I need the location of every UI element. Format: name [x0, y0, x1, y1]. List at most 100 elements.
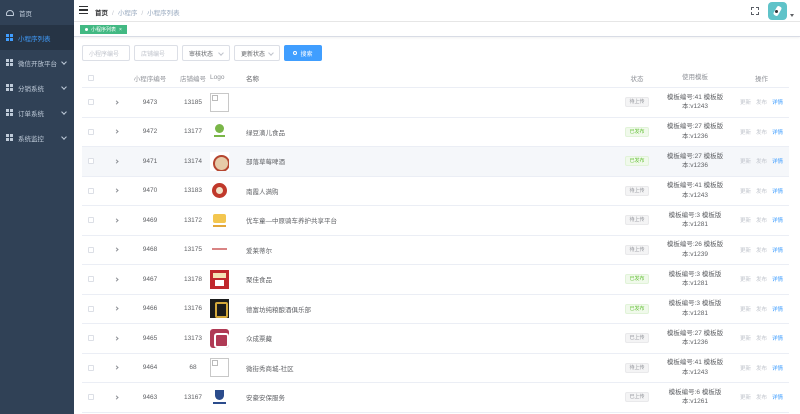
tag-miniapp-list[interactable]: 小程序列表 ×: [80, 25, 127, 34]
table-row: 9464 68 微街秀商城-社区 待上传 模板编号:41 模板版 本:v1243 更新 发布详…: [82, 354, 789, 383]
publish-link[interactable]: 发布: [756, 334, 767, 342]
cell-store-id: 13185: [183, 98, 203, 106]
publish-link[interactable]: 发布: [756, 216, 767, 224]
expand-chevron-icon[interactable]: [114, 306, 119, 311]
row-checkbox[interactable]: [88, 305, 94, 312]
detail-link[interactable]: 详情: [772, 334, 783, 342]
sidebar-item-monitoring[interactable]: 系统监控: [0, 125, 74, 150]
cell-name: 微街秀商城-社区: [246, 365, 294, 373]
row-checkbox[interactable]: [88, 394, 94, 401]
sidebar-item-distribution[interactable]: 分销系统: [0, 75, 74, 100]
row-checkbox[interactable]: [88, 246, 94, 253]
detail-link[interactable]: 详情: [772, 393, 783, 401]
detail-link[interactable]: 详情: [772, 364, 783, 372]
cell-store-id: 13176: [183, 305, 203, 313]
cell-store-id: 13173: [183, 334, 203, 342]
cell-template: 模板编号:27 模板版 本:v1236: [666, 123, 724, 140]
detail-link[interactable]: 详情: [772, 187, 783, 195]
close-icon[interactable]: ×: [119, 27, 122, 33]
update-link[interactable]: 更新: [740, 364, 751, 372]
cell-template: 模板编号:27 模板版 本:v1236: [666, 152, 724, 170]
update-link[interactable]: 更新: [740, 246, 751, 254]
sidebar-item-orders[interactable]: 订单系统: [0, 100, 74, 125]
table-body: 9473 13185 待上传 模板编号:41 模板版 本:v1243 更新 发布 详情 9472…: [82, 88, 789, 413]
row-checkbox[interactable]: [88, 99, 94, 106]
table-row: 9472 13177 绿豆滴儿食品 已发布 模板编号:27 模板版 本:v1236 更新 发布…: [82, 118, 789, 147]
expand-chevron-icon[interactable]: [114, 218, 119, 223]
cell-name: 部落草莓啤酒: [246, 159, 285, 167]
expand-chevron-icon[interactable]: [114, 188, 119, 193]
miniapp-id-input[interactable]: 小程序编号: [82, 45, 130, 61]
sidebar-item-wechat-open-platform[interactable]: 微信开放平台: [0, 50, 74, 75]
expand-chevron-icon[interactable]: [114, 129, 119, 134]
detail-link[interactable]: 详情: [772, 157, 783, 165]
sidebar-item-miniapp-list[interactable]: 小程序列表: [0, 25, 74, 50]
row-checkbox[interactable]: [88, 335, 94, 342]
publish-link[interactable]: 发布: [756, 305, 767, 313]
update-link[interactable]: 更新: [740, 157, 751, 165]
row-checkbox[interactable]: [88, 217, 94, 224]
update-link[interactable]: 更新: [740, 275, 751, 283]
publish-link[interactable]: 发布: [756, 157, 767, 165]
publish-link[interactable]: 发布: [756, 98, 767, 106]
select-all-checkbox[interactable]: [88, 74, 94, 81]
expand-chevron-icon[interactable]: [114, 159, 119, 164]
store-id-input[interactable]: 店铺编号: [134, 45, 178, 61]
publish-link[interactable]: 发布: [756, 128, 767, 136]
red-circle-logo: [210, 181, 229, 201]
table-row: 9466 13176 德富坊纯粮酿酒俱乐部 已发布 模板编号:3 模板版 本:v1281 更…: [82, 295, 789, 324]
expand-chevron-icon[interactable]: [114, 365, 119, 370]
avatar[interactable]: [768, 2, 787, 20]
audit-status-select[interactable]: 审核状态: [182, 45, 230, 61]
cell-store-id: 13178: [183, 275, 203, 283]
row-checkbox[interactable]: [88, 276, 94, 283]
chevron-down-icon: [61, 59, 67, 65]
cell-name: 优车童—中原骑车养护共享平台: [246, 218, 337, 226]
breadcrumb-item[interactable]: 首页: [95, 10, 108, 17]
col-header-ops: 操作: [755, 75, 768, 83]
row-checkbox[interactable]: [88, 128, 94, 135]
row-checkbox[interactable]: [88, 158, 94, 165]
chevron-down-icon: [61, 109, 67, 115]
sidebar-item-home[interactable]: 首页: [0, 0, 74, 25]
expand-chevron-icon[interactable]: [114, 336, 119, 341]
detail-link[interactable]: 详情: [772, 246, 783, 254]
cell-template: 模板编号:3 模板版 本:v1281: [668, 270, 722, 288]
detail-link[interactable]: 详情: [772, 305, 783, 313]
update-link[interactable]: 更新: [740, 393, 751, 401]
update-link[interactable]: 更新: [740, 216, 751, 224]
publish-link[interactable]: 发布: [756, 246, 767, 254]
miniapp-table: 小程序编号 店铺编号 Logo 名称 状态 使用模板 操作 9473 13185 待…: [82, 68, 789, 413]
detail-link[interactable]: 详情: [772, 128, 783, 136]
expand-chevron-icon[interactable]: [114, 247, 119, 252]
update-link[interactable]: 更新: [740, 305, 751, 313]
update-link[interactable]: 更新: [740, 128, 751, 136]
update-link[interactable]: 更新: [740, 334, 751, 342]
expand-chevron-icon[interactable]: [114, 100, 119, 105]
status-badge: 已上传: [625, 392, 649, 403]
hamburger-menu-icon[interactable]: [79, 6, 88, 15]
cell-miniapp-id: 9469: [142, 216, 158, 224]
expand-chevron-icon[interactable]: [114, 395, 119, 400]
expand-chevron-icon[interactable]: [114, 277, 119, 282]
status-badge: 待上传: [625, 97, 649, 108]
row-checkbox[interactable]: [88, 187, 94, 194]
publish-link[interactable]: 发布: [756, 364, 767, 372]
breadcrumb-item: 小程序列表: [147, 10, 180, 17]
search-button[interactable]: 搜索: [284, 45, 322, 61]
update-status-select[interactable]: 更新状态: [234, 45, 280, 61]
cell-store-id: 13175: [183, 246, 203, 254]
publish-link[interactable]: 发布: [756, 187, 767, 195]
fullscreen-icon[interactable]: [751, 7, 759, 15]
col-header-logo: Logo: [210, 74, 225, 81]
detail-link[interactable]: 详情: [772, 98, 783, 106]
publish-link[interactable]: 发布: [756, 275, 767, 283]
sidebar-item-label: 微信开放平台: [18, 60, 57, 68]
row-checkbox[interactable]: [88, 364, 94, 371]
update-link[interactable]: 更新: [740, 98, 751, 106]
detail-link[interactable]: 详情: [772, 275, 783, 283]
update-link[interactable]: 更新: [740, 187, 751, 195]
detail-link[interactable]: 详情: [772, 216, 783, 224]
publish-link[interactable]: 发布: [756, 393, 767, 401]
caret-down-icon[interactable]: [790, 14, 794, 17]
